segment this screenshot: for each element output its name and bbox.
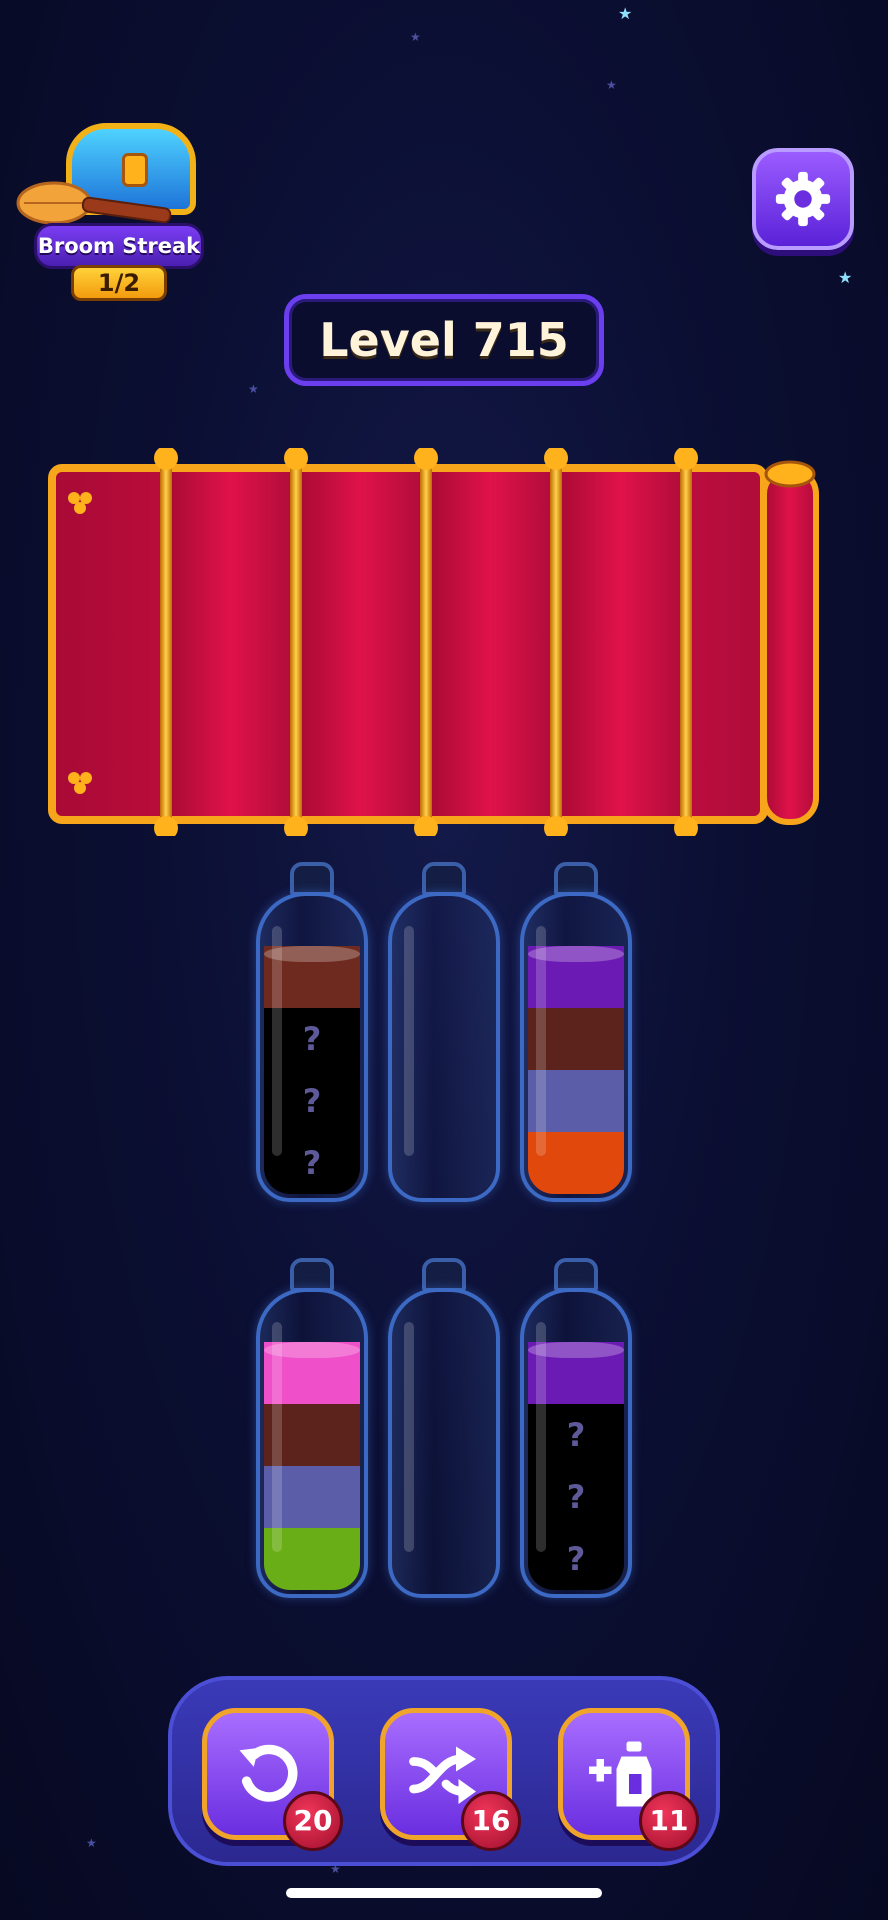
bottle-body [388,1288,500,1598]
shuffle-count-badge: 16 [461,1791,521,1851]
bottle-shine [272,926,282,1156]
bottle-neck [554,862,598,896]
bottle-1[interactable]: ??? [256,862,368,1202]
bottle-6[interactable]: ??? [520,1258,632,1598]
bottle-body: ??? [256,892,368,1202]
bottle-body [520,892,632,1202]
bottle-body [388,892,500,1202]
bottle-body [256,1288,368,1598]
shuffle-button[interactable]: 16 [380,1708,521,1851]
bottle-2[interactable] [388,862,500,1202]
bottle-neck [290,1258,334,1292]
bottle-shine [404,926,414,1156]
add-bottle-count-badge: 11 [639,1791,699,1851]
undo-button[interactable]: 20 [202,1708,343,1851]
broom-streak-progress: 1/2 [71,265,167,301]
level-title: Level 715 [284,294,604,386]
bottle-3[interactable] [520,862,632,1202]
bottle-4[interactable] [256,1258,368,1598]
bottle-body: ??? [520,1288,632,1598]
bottle-shine [536,926,546,1156]
broom-streak-title: Broom Streak [34,223,204,269]
bottle-5[interactable] [388,1258,500,1598]
bottle-neck [554,1258,598,1292]
star-decoration: ★ [410,30,421,44]
bottle-shine [404,1322,414,1552]
curtain-scroll [48,448,819,836]
settings-button[interactable] [752,148,854,250]
star-decoration: ★ [618,4,633,23]
bottle-shine [536,1322,546,1552]
star-decoration: ★ [248,382,259,396]
star-decoration: ★ [86,1836,97,1850]
undo-count-badge: 20 [283,1791,343,1851]
broom-streak-widget[interactable]: Broom Streak 1/2 [14,115,214,301]
home-indicator[interactable] [286,1888,602,1898]
star-decoration: ★ [606,78,617,92]
add-bottle-button[interactable]: 11 [558,1708,699,1851]
bottle-shine [272,1322,282,1552]
bottle-neck [422,1258,466,1292]
star-decoration: ★ [838,268,853,287]
bottle-neck [422,862,466,896]
gear-icon [775,171,831,227]
bottle-neck [290,862,334,896]
powerup-toolbar: 20 16 11 [168,1676,720,1866]
